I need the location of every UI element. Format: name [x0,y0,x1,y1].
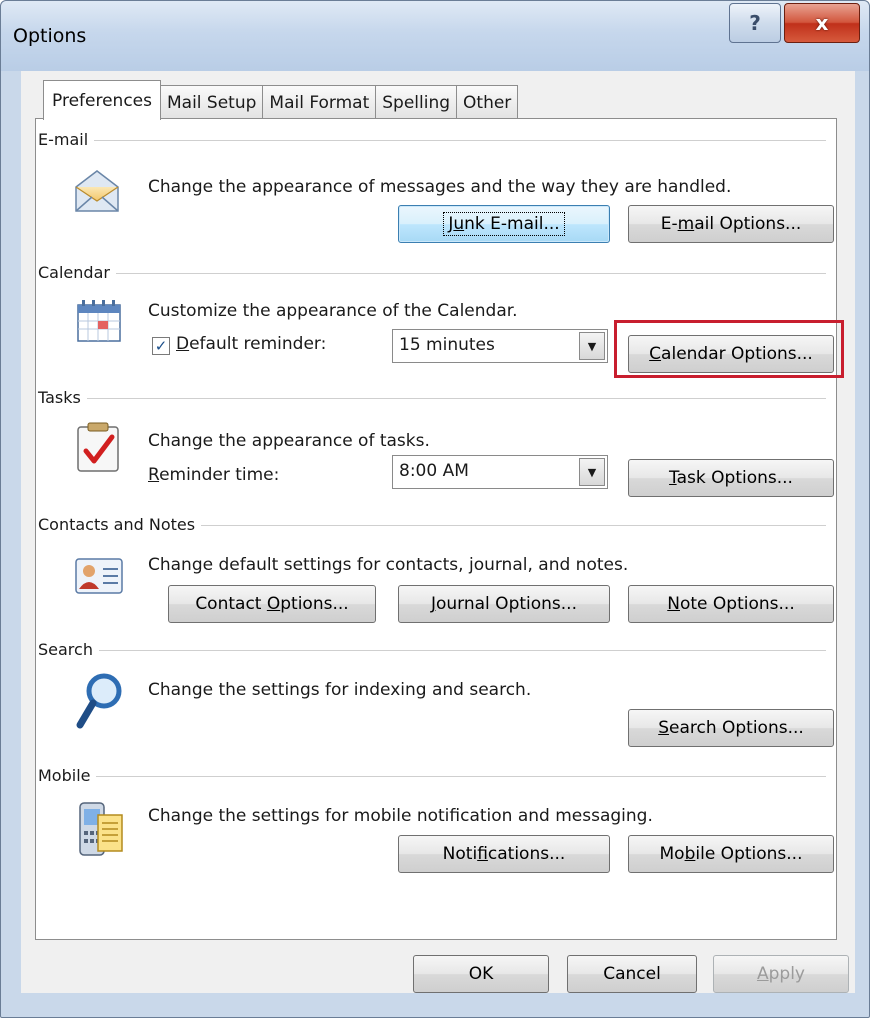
help-button[interactable]: ? [729,3,781,43]
task-clipboard-icon [77,422,119,472]
notifications-label: Notifications... [442,844,566,864]
contact-card-icon [75,558,123,594]
dropdown-arrow-icon[interactable]: ▼ [579,458,605,486]
apply-button[interactable]: Apply [713,955,849,993]
tasks-section-label: Tasks [38,388,87,407]
calendar-section-label: Calendar [38,263,116,282]
highlight-box [614,320,844,378]
default-reminder-select[interactable]: 15 minutes ▼ [392,329,608,363]
task-options-label: Task Options... [669,468,793,488]
search-options-label: Search Options... [658,718,804,738]
title-bar[interactable]: Options ? x [1,1,869,71]
notifications-button[interactable]: Notifications... [398,835,610,873]
calendar-divider [38,273,826,274]
reminder-time-select[interactable]: 8:00 AM ▼ [392,455,608,489]
note-options-label: Note Options... [667,594,795,614]
contact-options-button[interactable]: Contact Options... [168,585,376,623]
tasks-divider [38,398,826,399]
mobile-description: Change the settings for mobile notificat… [148,806,653,826]
tab-strip: Preferences Mail Setup Mail Format Spell… [43,79,519,120]
contacts-section-label: Contacts and Notes [38,515,202,534]
envelope-icon [75,170,119,212]
close-icon: x [815,11,829,35]
dropdown-arrow-icon[interactable]: ▼ [579,332,605,360]
magnifier-icon [76,673,122,729]
mobile-section-label: Mobile [38,766,97,785]
apply-label: Apply [756,964,805,984]
reminder-time-value: 8:00 AM [399,461,469,481]
mobile-divider [38,776,826,777]
options-dialog: Options ? x Preferences Mail Setup Mail … [0,0,870,1018]
junk-email-button[interactable]: Junk E-mail... [398,205,610,243]
email-divider [38,140,826,141]
close-button[interactable]: x [784,3,860,43]
tab-other[interactable]: Other [456,85,519,119]
task-options-button[interactable]: Task Options... [628,459,834,497]
mobile-options-label: Mobile Options... [659,844,803,864]
email-options-button[interactable]: E-mail Options... [628,205,834,243]
default-reminder-checkbox[interactable]: ✓ [152,337,170,355]
reminder-time-label: Reminder time: [148,465,280,485]
tab-mail-setup[interactable]: Mail Setup [159,85,264,119]
email-section-label: E-mail [38,130,95,149]
search-options-button[interactable]: Search Options... [628,709,834,747]
preferences-panel: E-mail Change the appearance of messages… [35,118,844,940]
search-section-label: Search [38,640,99,659]
dialog-client-area: Preferences Mail Setup Mail Format Spell… [21,71,855,993]
default-reminder-value: 15 minutes [399,335,495,355]
default-reminder-label: Default reminder: [176,334,327,354]
mobile-device-icon [79,802,123,856]
window-title: Options [13,25,87,47]
calendar-icon [77,300,121,342]
mobile-options-button[interactable]: Mobile Options... [628,835,834,873]
contact-options-label: Contact Options... [195,594,349,614]
tab-preferences[interactable]: Preferences [43,80,161,120]
journal-options-button[interactable]: Journal Options... [398,585,610,623]
contacts-description: Change default settings for contacts, jo… [148,555,629,575]
note-options-button[interactable]: Note Options... [628,585,834,623]
tab-mail-format[interactable]: Mail Format [262,85,377,119]
ok-button[interactable]: OK [413,955,549,993]
journal-options-label: Journal Options... [430,594,577,614]
junk-email-label: Junk E-mail... [443,212,565,236]
calendar-description: Customize the appearance of the Calendar… [148,301,518,321]
search-description: Change the settings for indexing and sea… [148,680,532,700]
check-icon: ✓ [154,337,168,355]
help-icon: ? [749,11,761,35]
cancel-button[interactable]: Cancel [567,955,697,993]
email-options-label: E-mail Options... [660,214,802,234]
tab-spelling[interactable]: Spelling [375,85,458,119]
email-description: Change the appearance of messages and th… [148,177,732,197]
search-divider [38,650,826,651]
tasks-description: Change the appearance of tasks. [148,431,430,451]
